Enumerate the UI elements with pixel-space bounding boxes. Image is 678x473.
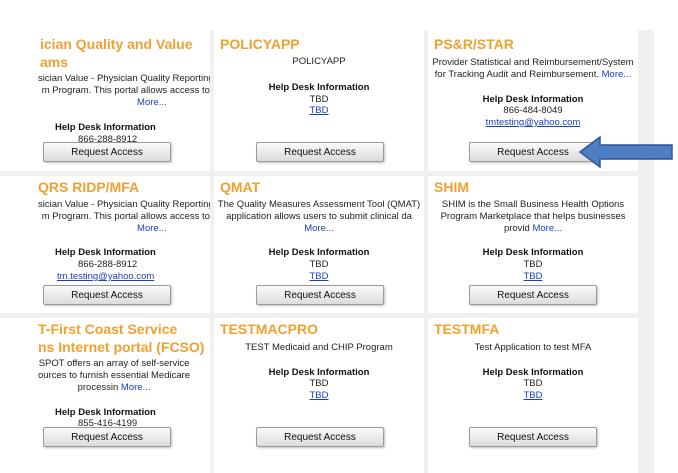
help-desk-title: Help Desk Information — [482, 94, 584, 105]
help-desk-title: Help Desk Information — [268, 367, 370, 378]
card-title: SHIM — [434, 178, 469, 196]
arrow-left-icon — [578, 135, 673, 169]
more-link[interactable]: More... — [304, 223, 334, 234]
card-title-line1: PS&R/STAR — [434, 36, 514, 52]
help-desk-phone: TBD — [523, 259, 543, 270]
card-description: POLICYAPP — [214, 56, 424, 68]
more-link[interactable]: More... — [602, 69, 632, 80]
card-qrs-ridp-mfa: QRS RIDP/MFA sician Value - Physician Qu… — [0, 176, 210, 313]
card-description: SHIM is the Small Business Health Option… — [428, 199, 638, 235]
request-access-button[interactable]: Request Access — [43, 142, 171, 162]
desc-line: sician Value - Physician Quality Reporti… — [38, 73, 210, 84]
help-desk-phone: TBD — [309, 378, 329, 389]
help-desk-title: Help Desk Information — [55, 407, 156, 418]
card-policyapp: POLICYAPP POLICYAPP Help Desk Informatio… — [214, 30, 424, 171]
more-link[interactable]: More... — [137, 223, 167, 234]
help-desk-title: Help Desk Information — [482, 367, 584, 378]
card-description: SPOT offers an array of self-service our… — [38, 358, 190, 394]
portal-tile-grid: ician Quality and Value ams sician Value… — [0, 0, 678, 473]
desc-line: provid — [503, 223, 530, 234]
desc-line: for Tracking Audit and Reimbursement. — [434, 69, 599, 80]
more-link[interactable]: More... — [532, 223, 562, 234]
help-desk-title: Help Desk Information — [482, 247, 584, 258]
card-title: QMAT — [220, 178, 260, 196]
help-desk-phone: 866-288-8912 — [78, 259, 138, 270]
help-desk-title: Help Desk Information — [268, 82, 370, 93]
card-title: TESTMACPRO — [220, 320, 318, 338]
request-access-button[interactable]: Request Access — [43, 427, 171, 447]
gutter-right-edge — [638, 30, 654, 473]
card-fcso: T-First Coast Service ns Internet portal… — [0, 318, 210, 473]
more-link[interactable]: More... — [137, 97, 167, 108]
help-desk-phone: TBD — [523, 378, 543, 389]
card-title: PS&R/STAR — [434, 35, 514, 53]
card-testmacpro: TESTMACPRO TEST Medicaid and CHIP Progra… — [214, 318, 424, 473]
request-access-button[interactable]: Request Access — [43, 285, 171, 305]
desc-line: SHIM is the Small Business Health Option… — [441, 199, 625, 210]
request-access-button[interactable]: Request Access — [256, 285, 384, 305]
card-title-line1: QMAT — [220, 179, 261, 195]
help-desk-title: Help Desk Information — [55, 247, 156, 258]
card-title-line2: ams — [40, 54, 69, 70]
card-title-line1: T-First Coast Service — [38, 321, 178, 337]
help-desk-phone: TBD — [309, 259, 329, 270]
card-title: TESTMFA — [434, 320, 499, 338]
desc-line: TEST Medicaid and CHIP Program — [245, 342, 393, 353]
desc-line: POLICYAPP — [292, 56, 346, 67]
help-desk-title: Help Desk Information — [55, 122, 156, 133]
card-qmat: QMAT The Quality Measures Assessment Too… — [214, 176, 424, 313]
help-desk-link[interactable]: TBD — [214, 105, 424, 116]
help-desk-link[interactable]: TBD — [214, 390, 424, 401]
card-title-line1: SHIM — [434, 179, 469, 195]
card-physician-quality: ician Quality and Value ams sician Value… — [0, 30, 210, 171]
desc-line: Test Application to test MFA — [474, 342, 592, 353]
desc-line: m Program. This portal allows access to — [41, 211, 210, 222]
more-link[interactable]: More... — [121, 382, 151, 393]
help-desk-link[interactable]: tm.testing@yahoo.com — [57, 271, 154, 282]
card-title: ician Quality and Value ams — [40, 35, 193, 71]
card-shim: SHIM SHIM is the Small Business Health O… — [428, 176, 638, 313]
card-description: The Quality Measures Assessment Tool (QM… — [214, 199, 424, 235]
help-desk-link[interactable]: tmtesting@yahoo.com — [428, 117, 638, 128]
help-desk-phone: TBD — [309, 94, 329, 105]
card-description: Provider Statistical and Reimbursement/S… — [428, 57, 638, 81]
card-title-line1: TESTMFA — [434, 321, 500, 337]
desc-line: The Quality Measures Assessment Tool (QM… — [217, 199, 421, 210]
help-desk-link[interactable]: TBD — [214, 271, 424, 282]
request-access-button[interactable]: Request Access — [256, 142, 384, 162]
request-access-button[interactable]: Request Access — [256, 427, 384, 447]
card-title-line1: POLICYAPP — [220, 36, 300, 52]
card-title: T-First Coast Service ns Internet portal… — [38, 320, 204, 356]
request-access-button[interactable]: Request Access — [469, 285, 597, 305]
help-desk-title: Help Desk Information — [268, 247, 370, 258]
desc-line: application allows users to submit clini… — [226, 211, 412, 222]
card-title-line1: TESTMACPRO — [220, 321, 318, 337]
card-title: POLICYAPP — [220, 35, 300, 53]
help-desk-link[interactable]: TBD — [428, 271, 638, 282]
card-description: sician Value - Physician Quality Reporti… — [38, 73, 210, 109]
card-title: QRS RIDP/MFA — [38, 178, 139, 196]
card-description: TEST Medicaid and CHIP Program — [214, 342, 424, 354]
desc-line: Provider Statistical and Reimbursement/S… — [432, 57, 634, 68]
card-testmfa: TESTMFA Test Application to test MFA Hel… — [428, 318, 638, 473]
desc-line: ources to furnish essential Medicare — [38, 370, 191, 381]
help-desk-link[interactable]: TBD — [428, 390, 638, 401]
desc-line: SPOT offers an array of self-service — [38, 358, 190, 369]
card-description: sician Value - Physician Quality Reporti… — [38, 199, 210, 235]
help-desk-phone: 866-484-8049 — [503, 105, 563, 116]
desc-line: sician Value - Physician Quality Reporti… — [38, 199, 210, 210]
card-title-line1: QRS RIDP/MFA — [38, 179, 140, 195]
desc-line: processin — [77, 382, 119, 393]
desc-line: m Program. This portal allows access to — [41, 85, 210, 96]
card-title-line1: ician Quality and Value — [40, 36, 193, 52]
desc-line: Program Marketplace that helps businesse… — [440, 211, 626, 222]
request-access-button[interactable]: Request Access — [469, 427, 597, 447]
card-description: Test Application to test MFA — [428, 342, 638, 354]
card-title-line2: ns Internet portal (FCSO) — [38, 339, 205, 355]
